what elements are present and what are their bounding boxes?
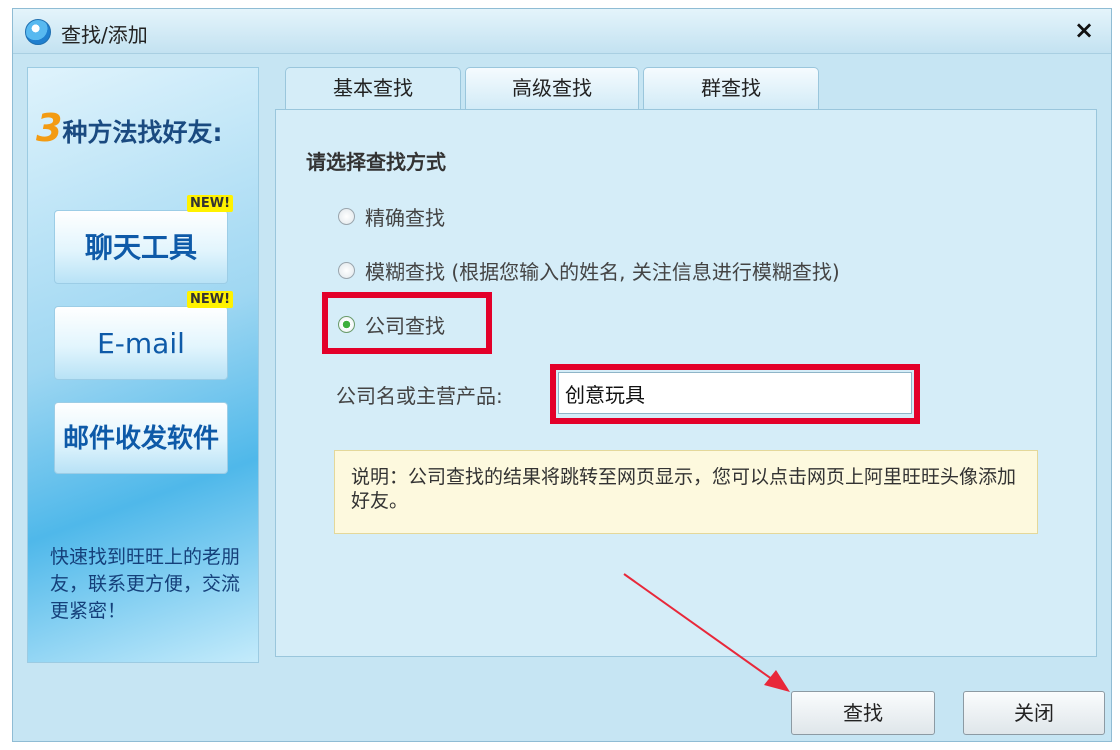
annotation-arrow-head (764, 670, 790, 692)
annotation-arrow-line (623, 573, 777, 683)
annotation-arrow (623, 573, 790, 692)
